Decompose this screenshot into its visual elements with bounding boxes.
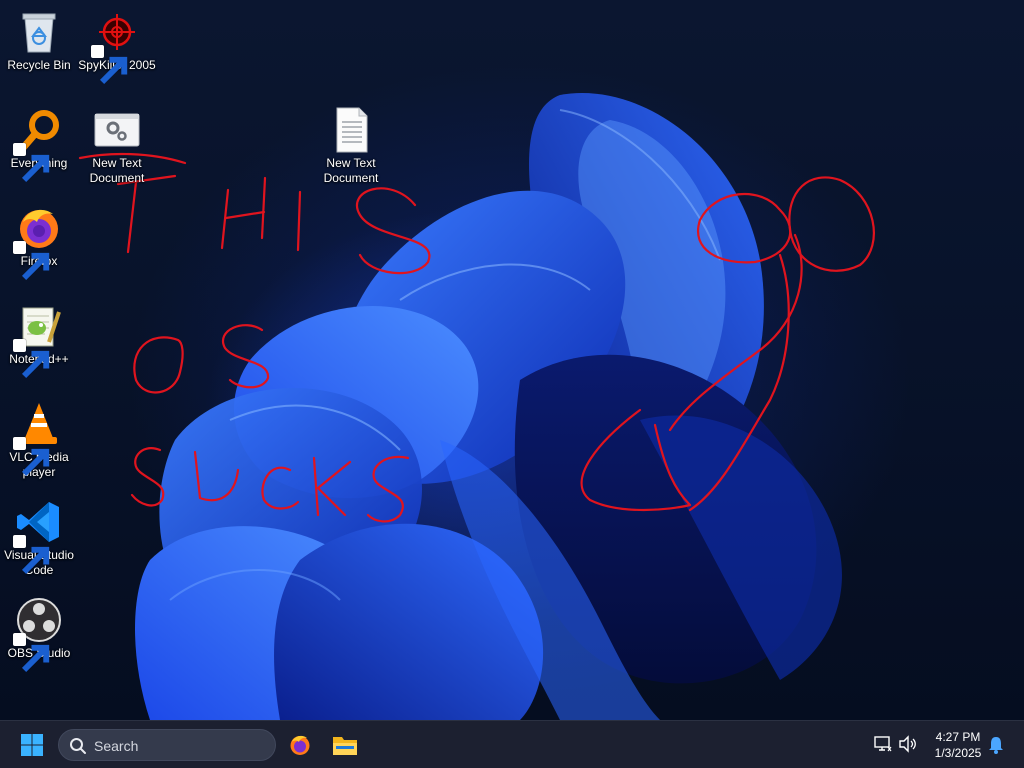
- taskbar-file-explorer-button[interactable]: [327, 727, 363, 763]
- taskbar: Search 4:27 PM 1/3/2025: [0, 720, 1024, 768]
- desktop-icon-everything[interactable]: Everything: [0, 106, 78, 183]
- shortcut-arrow-icon: [13, 241, 50, 281]
- taskbar-clock[interactable]: 4:27 PM 1/3/2025: [922, 729, 994, 761]
- shortcut-arrow-icon: [91, 45, 128, 85]
- vlc-icon: [13, 400, 63, 477]
- firefox-icon: [13, 204, 63, 281]
- desktop-icon-notepadpp[interactable]: Notepad++: [0, 302, 78, 379]
- start-icon: [21, 734, 43, 756]
- shortcut-arrow-icon: [13, 535, 50, 575]
- clock-date: 1/3/2025: [934, 746, 982, 760]
- desktop-icon-vlc[interactable]: VLC media player: [0, 400, 78, 480]
- obs-icon: [13, 596, 63, 673]
- desktop-icon-label: Recycle Bin: [7, 58, 71, 72]
- notification-bell-icon[interactable]: [988, 736, 1004, 757]
- notepadpp-icon: [13, 302, 63, 379]
- shortcut-arrow-icon: [13, 437, 50, 477]
- network-icon[interactable]: [874, 735, 892, 756]
- vscode-icon: [13, 498, 63, 575]
- desktop-icon-obs[interactable]: OBS Studio: [0, 596, 78, 673]
- shortcut-arrow-icon: [13, 633, 50, 673]
- settings-file-icon: [93, 106, 141, 154]
- shortcut-arrow-icon: [13, 339, 50, 379]
- file-explorer-icon: [333, 737, 357, 755]
- volume-icon[interactable]: [898, 735, 918, 756]
- firefox-icon: [290, 735, 310, 755]
- desktop[interactable]: Recycle Bin SpyKiller 2005 Everything Ne…: [0, 0, 1024, 720]
- taskbar-search-box[interactable]: Search: [58, 729, 276, 761]
- search-icon: [70, 738, 86, 754]
- desktop-icon-label: New Text Document: [89, 156, 145, 185]
- desktop-icon-vscode[interactable]: Visual Studio Code: [0, 498, 78, 578]
- desktop-icon-spykiller[interactable]: SpyKiller 2005: [78, 8, 156, 85]
- clock-time: 4:27 PM: [935, 730, 981, 744]
- desktop-icon-firefox[interactable]: Firefox: [0, 204, 78, 281]
- start-button[interactable]: [14, 727, 50, 763]
- spykiller-icon: [91, 8, 141, 85]
- taskbar-firefox-button[interactable]: [282, 727, 318, 763]
- desktop-icon-label: New Text Document: [323, 156, 379, 185]
- desktop-icon-text-document[interactable]: New Text Document: [312, 106, 390, 186]
- desktop-icon-recycle-bin[interactable]: Recycle Bin: [0, 8, 78, 73]
- everything-icon: [13, 106, 63, 183]
- desktop-icon-settings-document[interactable]: New Text Document: [78, 106, 156, 186]
- recycle-bin-icon: [15, 8, 63, 56]
- search-label: Search: [94, 738, 139, 754]
- text-file-icon: [327, 106, 375, 154]
- shortcut-arrow-icon: [13, 143, 50, 183]
